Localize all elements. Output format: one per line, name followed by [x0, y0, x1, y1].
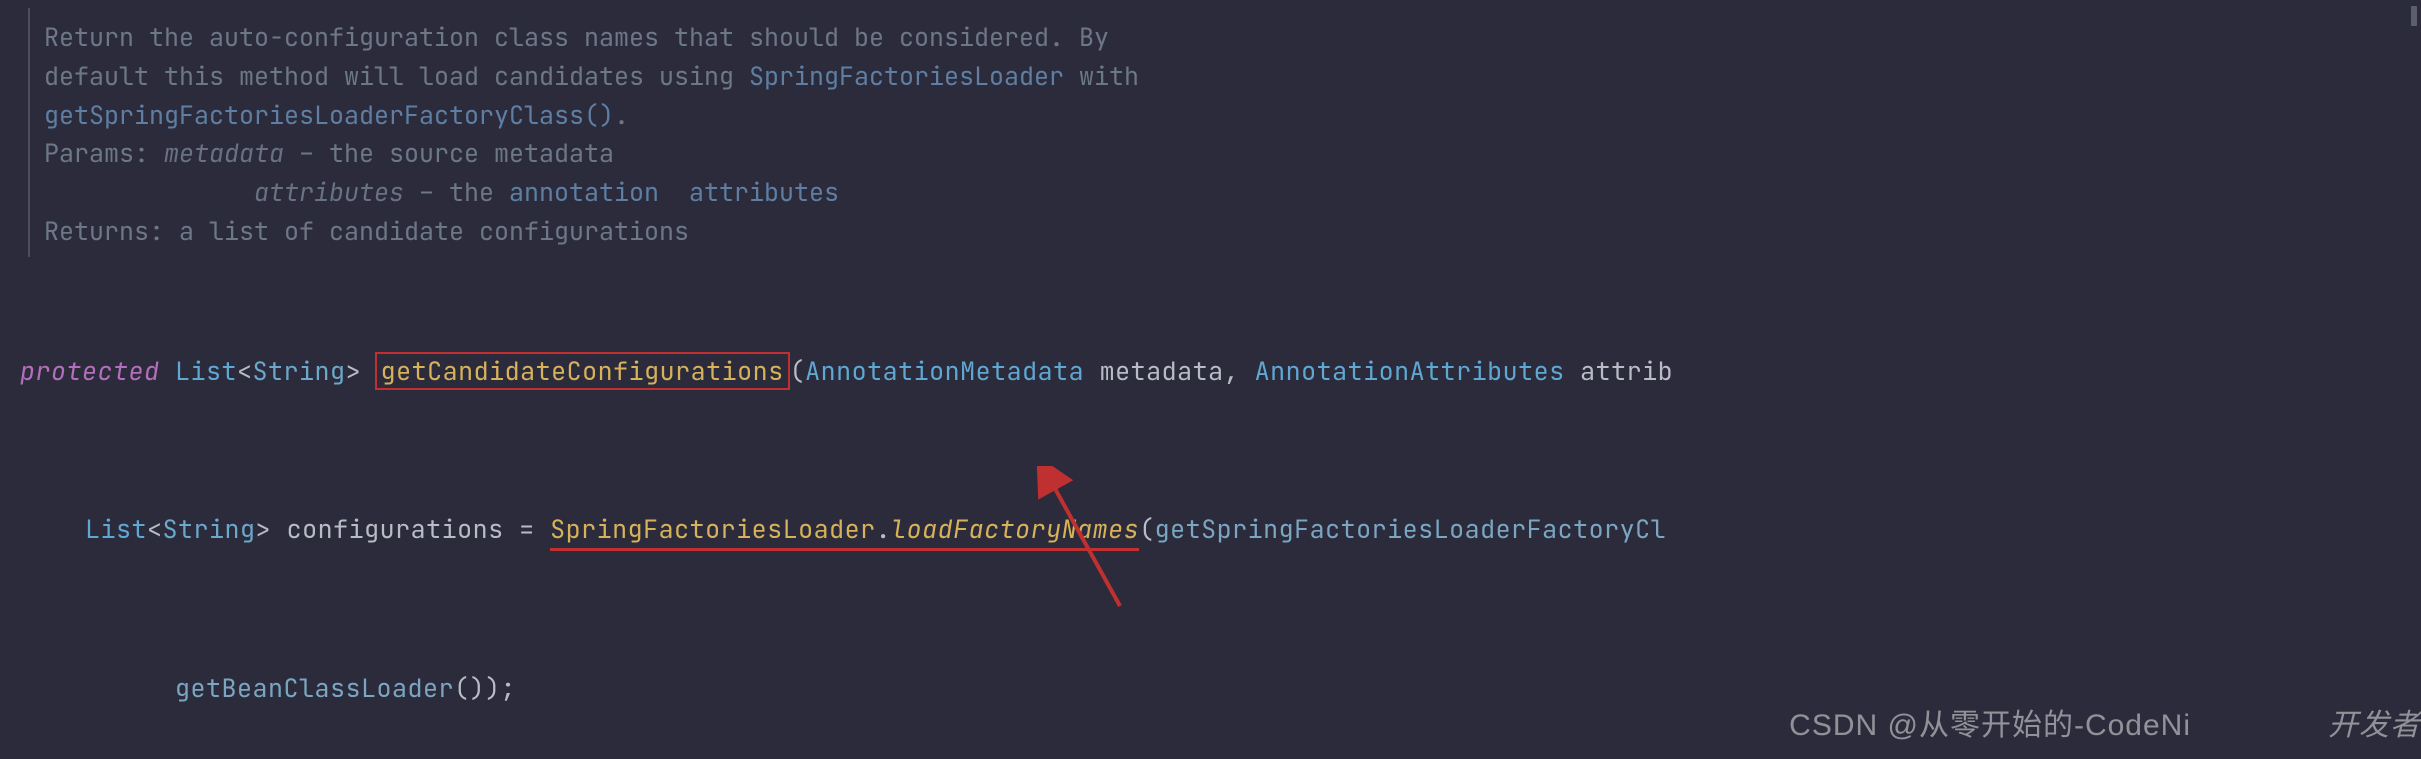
punct: ());: [454, 671, 516, 705]
punct: >: [256, 512, 287, 546]
highlight-box-method-name: getCandidateConfigurations: [375, 352, 790, 390]
type-annotationattributes: AnnotationAttributes: [1255, 354, 1581, 388]
class-springfactoriesloader: SpringFactoriesLoader: [550, 512, 876, 546]
type-string: String: [253, 354, 346, 388]
type-list: List: [85, 512, 147, 546]
doc-params-line-1: Params: metadata – the source metadata: [44, 134, 2421, 173]
doc-desc-line-2: default this method will load candidates…: [44, 57, 2421, 96]
punct: <: [147, 512, 163, 546]
highlight-underline-call: SpringFactoriesLoader.loadFactoryNames: [550, 512, 1139, 551]
punct: (: [1139, 512, 1155, 546]
doc-returns-label: Returns:: [44, 214, 179, 248]
doc-param-attributes: attributes: [254, 175, 404, 209]
code-body[interactable]: protected List<String> getCandidateConfi…: [12, 257, 2421, 759]
doc-returns-desc: a list of candidate configurations: [179, 214, 689, 248]
watermark-csdn: CSDN @从零开始的-CodeNi: [1789, 702, 2191, 749]
doc-text: default this method will load candidates…: [44, 59, 749, 93]
doc-returns-line: Returns: a list of candidate configurati…: [44, 212, 2421, 251]
method-decl-getcandidateconfigurations: getCandidateConfigurations: [381, 354, 784, 388]
doc-params-label: Params:: [44, 136, 164, 170]
call-getspringfactoriesloaderfactoryclass: getSpringFactoriesLoaderFactoryCl: [1155, 512, 1667, 546]
doc-params-line-2: attributes – the annotation attributes: [44, 173, 2421, 212]
param-metadata: metadata: [1100, 354, 1224, 388]
type-list: List: [175, 354, 237, 388]
punct: (: [790, 354, 806, 388]
code-line-2[interactable]: List<String> configurations = SpringFact…: [12, 510, 2421, 550]
watermark-devze: 开发者: [2328, 702, 2421, 749]
code-line-1[interactable]: protected List<String> getCandidateConfi…: [12, 352, 2421, 392]
kw-protected: protected: [20, 354, 175, 388]
margin-indicator: [2411, 6, 2417, 26]
call-loadfactorynames: loadFactoryNames: [891, 512, 1139, 546]
punct: ,: [1224, 354, 1255, 388]
doc-link-annotation-attributes[interactable]: annotation attributes: [509, 175, 839, 209]
var-configurations: configurations: [287, 512, 504, 546]
punct: =: [504, 512, 551, 546]
call-getbeanclassloader: getBeanClassLoader: [175, 671, 454, 705]
doc-text: with: [1064, 59, 1139, 93]
indent: [44, 175, 254, 209]
type-annotationmetadata: AnnotationMetadata: [805, 354, 1100, 388]
doc-param-metadata: metadata: [164, 136, 284, 170]
doc-text: .: [614, 98, 629, 132]
punct: >: [346, 354, 377, 388]
doc-desc-line-3: getSpringFactoriesLoaderFactoryClass().: [44, 96, 2421, 135]
type-string: String: [163, 512, 256, 546]
param-attributes: attrib: [1580, 354, 1673, 388]
doc-param-desc: – the source metadata: [284, 136, 614, 170]
punct: <: [237, 354, 253, 388]
javadoc-block: Return the auto-configuration class name…: [28, 8, 2421, 257]
doc-link-getfactoryclass[interactable]: getSpringFactoriesLoaderFactoryClass(): [44, 98, 614, 132]
punct: .: [876, 512, 892, 546]
doc-link-springfactoriesloader[interactable]: SpringFactoriesLoader: [749, 59, 1064, 93]
doc-param-desc: – the: [404, 175, 509, 209]
doc-desc-line-1: Return the auto-configuration class name…: [44, 18, 2421, 57]
code-editor[interactable]: Return the auto-configuration class name…: [0, 0, 2421, 759]
